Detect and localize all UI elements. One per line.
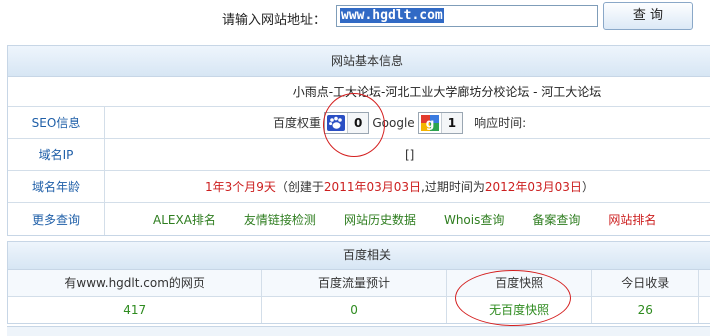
created-date: 2011年03月03日 bbox=[323, 180, 422, 194]
baidu-weight-label: 百度权重 bbox=[273, 116, 322, 130]
annotation-circle-snapshot bbox=[455, 270, 571, 326]
col-extra bbox=[699, 270, 710, 296]
google-pr-value: 1 bbox=[440, 112, 463, 133]
search-input[interactable]: www.hgdlt.com bbox=[336, 5, 598, 27]
baidu-values-row: 417 0 无百度快照 26 bbox=[8, 297, 710, 323]
link-site-rank[interactable]: 网站排名 bbox=[608, 211, 656, 228]
val-today[interactable]: 26 bbox=[592, 297, 700, 323]
col-pages: 有www.hgdlt.com的网页 bbox=[8, 270, 263, 296]
more-row: 更多查询 ALEXA排名 友情链接检测 网站历史数据 Whois查询 备案查询 … bbox=[8, 203, 710, 235]
annotation-circle-baidu-weight bbox=[323, 93, 385, 157]
age-label: 域名年龄 bbox=[8, 171, 105, 202]
expire-date: 2012年03月03日 bbox=[484, 180, 582, 194]
link-friend-check[interactable]: 友情链接检测 bbox=[244, 211, 316, 228]
val-extra bbox=[699, 297, 710, 323]
search-input-value: www.hgdlt.com bbox=[340, 8, 444, 23]
ip-value: [] bbox=[405, 147, 415, 162]
search-label: 请输入网站地址： bbox=[222, 13, 327, 28]
google-icon: g bbox=[419, 113, 441, 133]
google-pr-badge[interactable]: g 1 bbox=[417, 111, 464, 134]
response-time-label: 响应时间: bbox=[474, 116, 527, 130]
link-alexa[interactable]: ALEXA排名 bbox=[153, 211, 216, 228]
age-suffix: ） bbox=[581, 180, 594, 194]
baidu-header: 百度相关 bbox=[8, 242, 710, 270]
more-links: ALEXA排名 友情链接检测 网站历史数据 Whois查询 备案查询 网站排名 bbox=[105, 203, 710, 235]
link-history[interactable]: 网站历史数据 bbox=[344, 211, 416, 228]
col-today: 今日收录 bbox=[592, 270, 700, 296]
domain-age: 1年3个月9天 bbox=[205, 180, 276, 194]
baidu-panel: 百度相关 有www.hgdlt.com的网页 百度流量预计 百度快照 今日收录 … bbox=[7, 241, 710, 324]
age-values: 1年3个月9天 （创建于 2011年03月03日 ,过期时间为 2012年03月… bbox=[105, 171, 710, 202]
col-traffic: 百度流量预计 bbox=[262, 270, 447, 296]
basic-info-header: 网站基本信息 bbox=[8, 46, 710, 77]
search-button[interactable]: 查 询 bbox=[603, 2, 693, 30]
created-prefix: （创建于 bbox=[275, 180, 324, 194]
link-whois[interactable]: Whois查询 bbox=[444, 211, 504, 228]
age-row: 域名年龄 1年3个月9天 （创建于 2011年03月03日 ,过期时间为 201… bbox=[8, 171, 710, 203]
seo-values: 百度权重 0 Google g 1 响应时间: bbox=[105, 107, 710, 138]
val-pages[interactable]: 417 bbox=[8, 297, 263, 323]
svg-text:g: g bbox=[425, 116, 434, 130]
baidu-columns-header: 有www.hgdlt.com的网页 百度流量预计 百度快照 今日收录 bbox=[8, 270, 710, 297]
val-traffic: 0 bbox=[262, 297, 447, 323]
ip-label: 域名IP bbox=[8, 139, 105, 170]
link-beian[interactable]: 备案查询 bbox=[532, 211, 580, 228]
expire-prefix: ,过期时间为 bbox=[421, 180, 485, 194]
more-label: 更多查询 bbox=[8, 203, 105, 235]
seo-label: SEO信息 bbox=[8, 107, 105, 138]
